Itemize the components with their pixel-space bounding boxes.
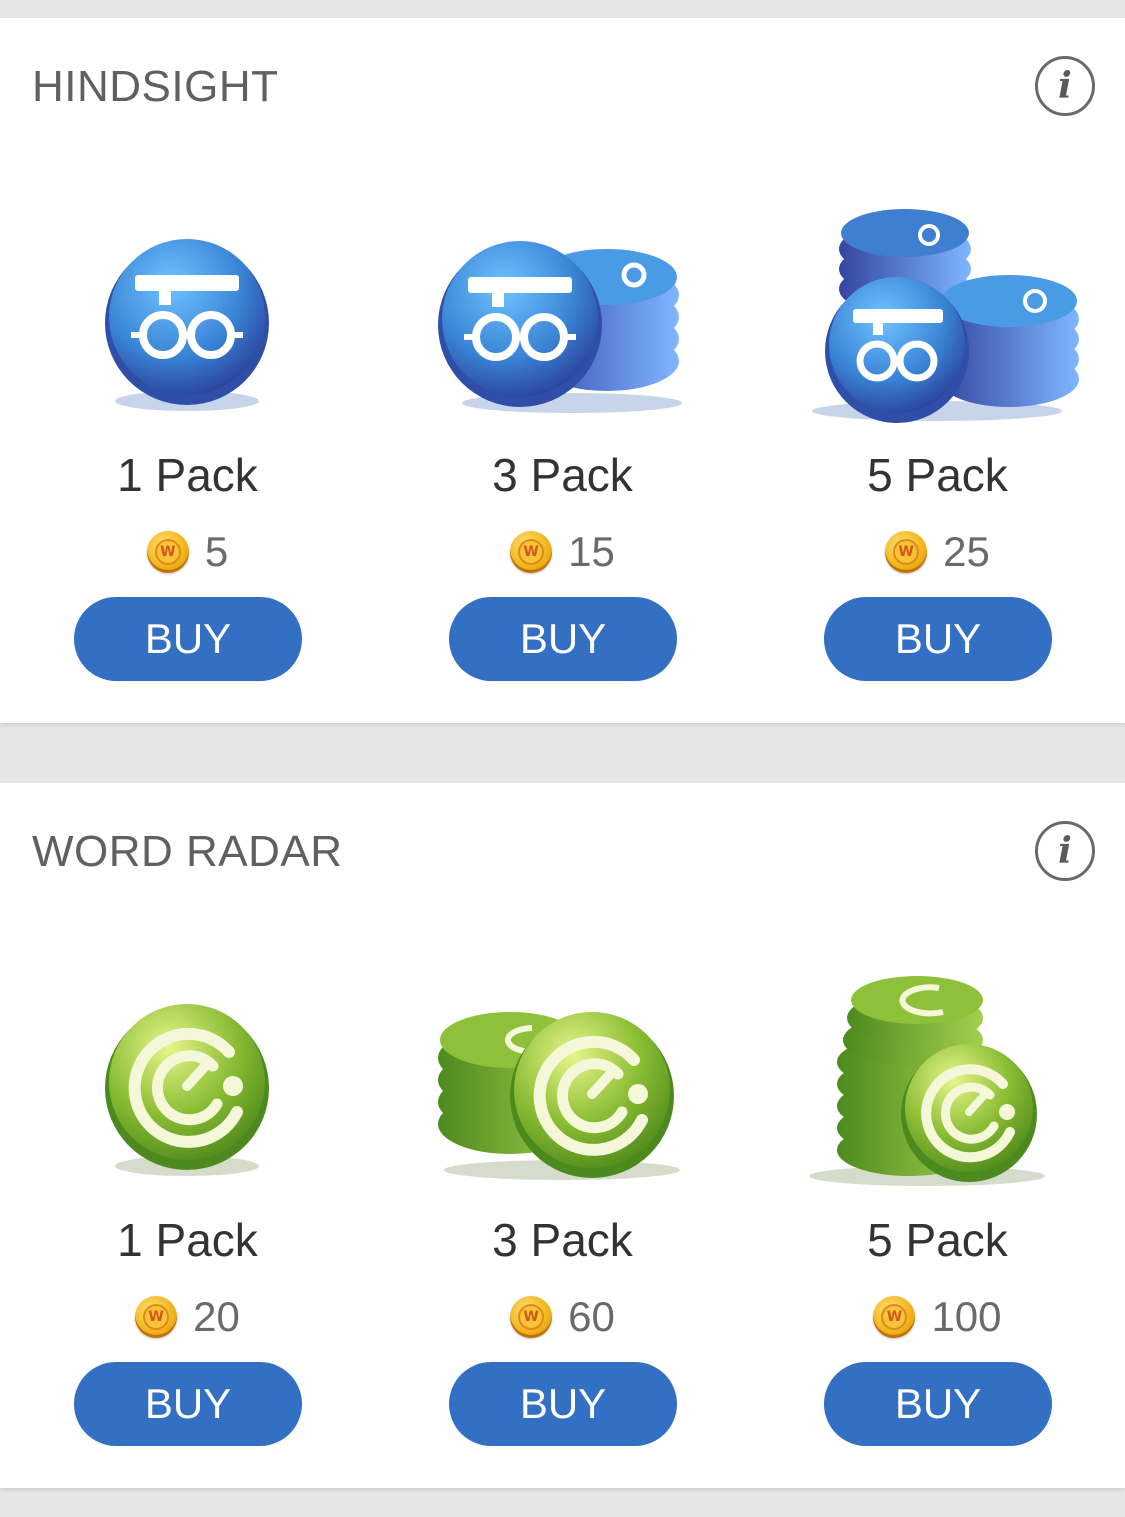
hindsight-token-stack-icon: [412, 183, 712, 433]
info-icon: i: [1058, 65, 1072, 107]
word-radar-section: WORD RADAR i 1 Pack W 20 BUY 3 Pack W 60…: [0, 783, 1125, 1488]
radar-token-pile-icon: [787, 948, 1087, 1198]
price: W 100: [750, 1293, 1125, 1341]
pack-label: 3 Pack: [492, 1214, 633, 1266]
pack-label: 5 Pack: [867, 449, 1008, 501]
price-value: 15: [568, 528, 615, 575]
price: W 25: [750, 528, 1125, 576]
hindsight-token-pile-icon: [787, 183, 1087, 433]
word-coin-icon: W: [885, 531, 928, 573]
price-value: 20: [193, 1293, 240, 1340]
price-value: 25: [943, 528, 990, 575]
hindsight-section: HINDSIGHT i 1 Pack W 5 BUY 3 Pack W 15 B…: [0, 18, 1125, 723]
radar-token-stack-icon: [412, 948, 712, 1198]
info-icon: i: [1058, 830, 1072, 872]
hindsight-pack-1: 1 Pack W 5 BUY: [0, 173, 375, 693]
buy-button-word-radar-1-pack[interactable]: BUY: [74, 1362, 302, 1446]
price-value: 60: [568, 1293, 615, 1340]
price: W 20: [0, 1293, 375, 1341]
radar-token-icon: [37, 948, 337, 1198]
price: W 5: [0, 528, 375, 576]
price-value: 5: [204, 528, 229, 575]
section-title-word-radar: WORD RADAR: [32, 827, 343, 876]
price: W 60: [375, 1293, 750, 1341]
pack-label: 3 Pack: [492, 449, 633, 501]
buy-button-hindsight-1-pack[interactable]: BUY: [74, 597, 302, 681]
buy-button-hindsight-3-pack[interactable]: BUY: [449, 597, 677, 681]
word-coin-icon: W: [873, 1296, 916, 1338]
section-title-hindsight: HINDSIGHT: [32, 62, 279, 111]
word-coin-icon: W: [135, 1296, 178, 1338]
hindsight-pack-row: 1 Pack W 5 BUY 3 Pack W 15 BUY 5 Pack W …: [0, 173, 1125, 693]
price-value: 100: [931, 1293, 1002, 1340]
word-radar-pack-5: 5 Pack W 100 BUY: [750, 938, 1125, 1458]
word-radar-pack-1: 1 Pack W 20 BUY: [0, 938, 375, 1458]
word-coin-icon: W: [510, 1296, 553, 1338]
hindsight-token-icon: [37, 183, 337, 433]
hindsight-pack-3: 3 Pack W 15 BUY: [375, 173, 750, 693]
buy-button-word-radar-5-pack[interactable]: BUY: [824, 1362, 1052, 1446]
price: W 15: [375, 528, 750, 576]
word-radar-info-button[interactable]: i: [1035, 821, 1095, 881]
buy-button-word-radar-3-pack[interactable]: BUY: [449, 1362, 677, 1446]
word-coin-icon: W: [146, 531, 189, 573]
hindsight-pack-5: 5 Pack W 25 BUY: [750, 173, 1125, 693]
word-radar-pack-3: 3 Pack W 60 BUY: [375, 938, 750, 1458]
pack-label: 1 Pack: [117, 1214, 258, 1266]
buy-button-hindsight-5-pack[interactable]: BUY: [824, 597, 1052, 681]
word-coin-icon: W: [510, 531, 553, 573]
pack-label: 1 Pack: [117, 449, 258, 501]
word-radar-pack-row: 1 Pack W 20 BUY 3 Pack W 60 BUY 5 Pack W…: [0, 938, 1125, 1458]
hindsight-info-button[interactable]: i: [1035, 56, 1095, 116]
pack-label: 5 Pack: [867, 1214, 1008, 1266]
